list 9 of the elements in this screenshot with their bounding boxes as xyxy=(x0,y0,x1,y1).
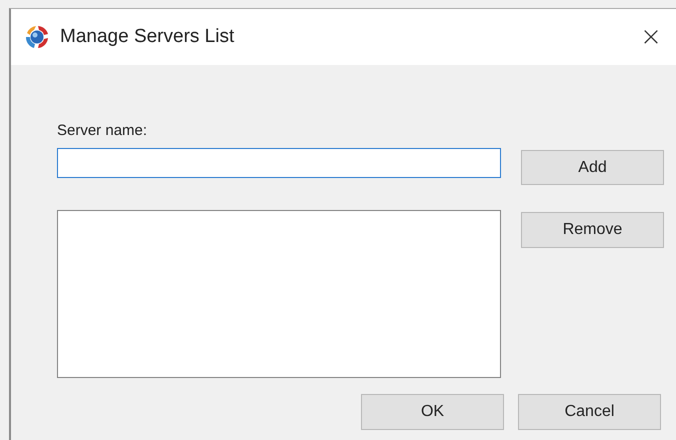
window-title: Manage Servers List xyxy=(60,26,234,48)
globe-icon xyxy=(24,24,50,50)
ok-button[interactable]: OK xyxy=(361,394,504,430)
server-name-label: Server name: xyxy=(57,122,148,140)
remove-button[interactable]: Remove xyxy=(521,212,664,248)
close-button[interactable]: × xyxy=(628,17,674,57)
cancel-button[interactable]: Cancel xyxy=(518,394,661,430)
server-name-field[interactable] xyxy=(57,148,501,178)
add-button[interactable]: Add xyxy=(521,150,664,185)
